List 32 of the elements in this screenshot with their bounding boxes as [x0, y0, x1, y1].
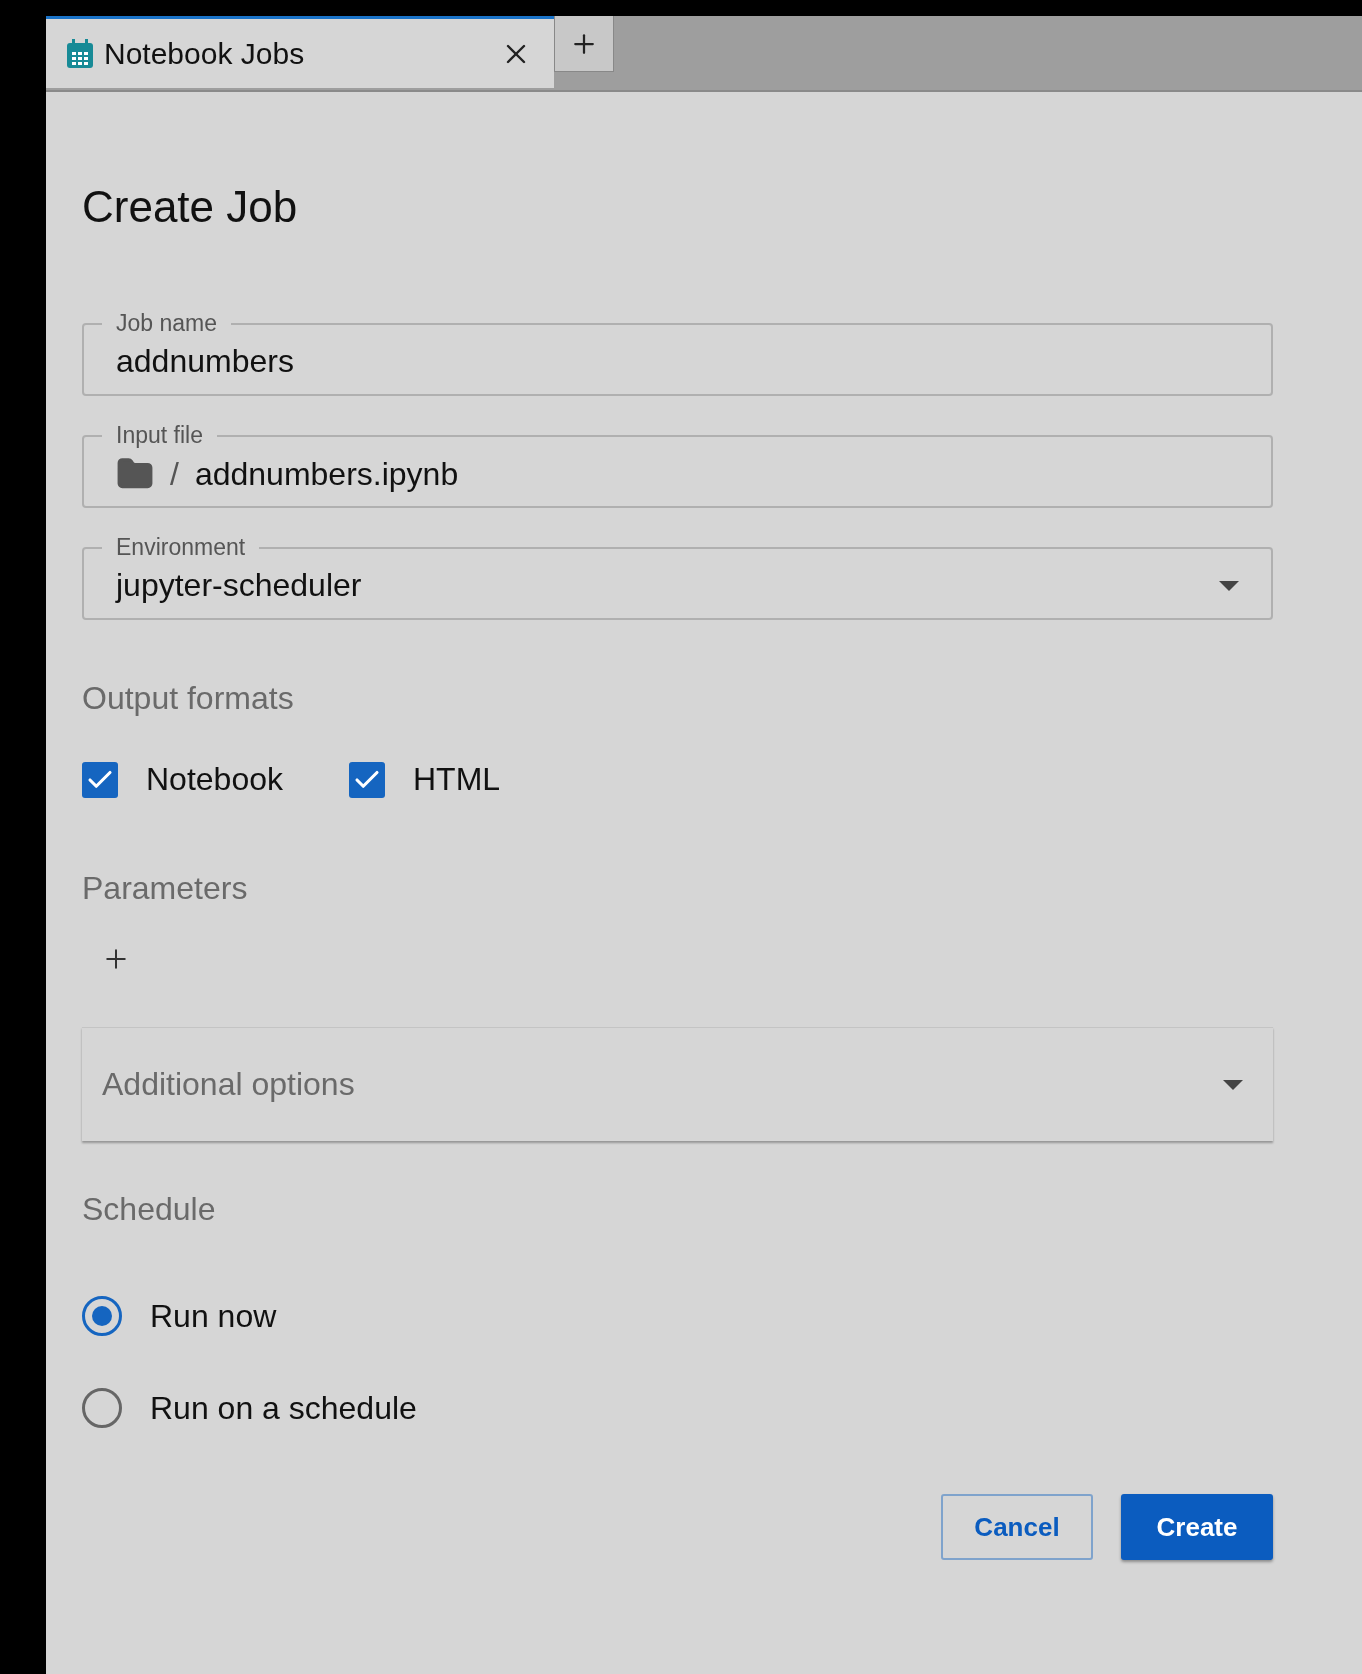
section-heading: Output formats	[82, 680, 295, 717]
tab-title: Notebook Jobs	[104, 36, 306, 71]
radio-button[interactable]	[82, 1296, 122, 1336]
create-button[interactable]: Create	[1121, 1494, 1273, 1560]
calendar-icon	[66, 38, 94, 69]
field-label: Environment	[115, 534, 247, 561]
environment-select[interactable]: Environment jupyter-scheduler	[82, 534, 1273, 620]
checkbox-label: HTML	[413, 761, 501, 798]
notebook-jobs-tab[interactable]: Notebook Jobs	[46, 16, 554, 88]
radio-label: Run on a schedule	[150, 1389, 417, 1427]
field-value: jupyter-scheduler	[116, 567, 363, 604]
input-file-field[interactable]: Input file / addnumbers.ipynb	[82, 422, 1273, 508]
caret-icon	[1219, 580, 1239, 591]
cancel-button[interactable]: Cancel	[941, 1494, 1093, 1560]
field-label: Job name	[115, 310, 218, 337]
radio-button[interactable]	[82, 1388, 122, 1428]
section-heading: Schedule	[82, 1191, 217, 1228]
page-title: Create Job	[82, 182, 299, 232]
new-tab-button[interactable]	[554, 16, 614, 72]
caret-icon	[1223, 1079, 1243, 1090]
section-heading: Parameters	[82, 870, 249, 907]
field-label: Input file	[115, 422, 204, 449]
path-separator: /	[170, 455, 179, 493]
checkbox[interactable]	[349, 761, 385, 798]
checkbox[interactable]	[82, 761, 118, 798]
field-value: addnumbers	[116, 343, 295, 380]
field-value: addnumbers.ipynb	[194, 455, 460, 493]
panel-title: Additional options	[102, 1066, 355, 1103]
additional-options-panel[interactable]: Additional options	[82, 1027, 1273, 1141]
checkbox-label: Notebook	[146, 761, 283, 798]
job-name-field[interactable]: Job name addnumbers	[82, 310, 1273, 396]
radio-label: Run now	[150, 1297, 277, 1335]
